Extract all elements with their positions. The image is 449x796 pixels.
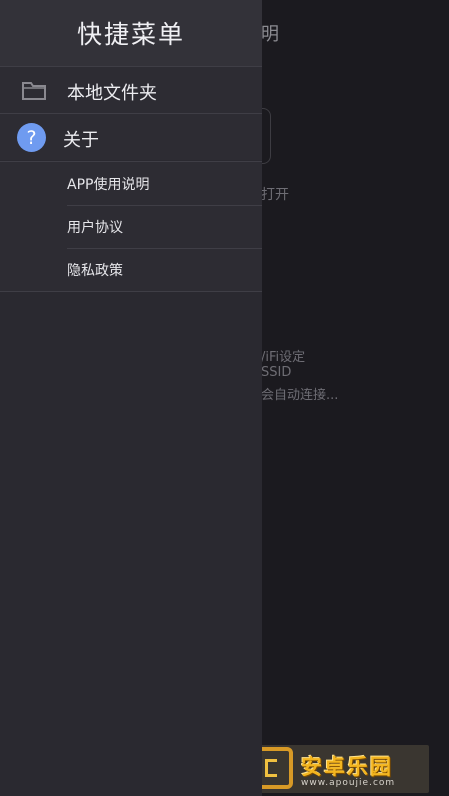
background-ssid-text: SSID [261,365,292,380]
background-open-text: 打开 [261,187,289,203]
menu-item-label: 本地文件夹 [67,83,157,104]
watermark-text: 安卓乐园 [301,755,393,779]
drawer-header: 快捷菜单 [0,0,262,66]
submenu-item-label: 隐私政策 [67,263,123,279]
watermark: 安卓乐园 www.apoujie.com [249,745,429,793]
divider [67,205,262,206]
submenu-item-user-agreement[interactable]: 用户协议 [0,205,262,248]
background-wifi-text: /iFi设定 [261,350,306,365]
background-title: 明 [261,24,279,45]
navigation-drawer: 快捷菜单 本地文件夹 ? 关于 APP使用说明 用户协议 隐私政策 [0,0,262,796]
submenu-item-privacy-policy[interactable]: 隐私政策 [0,248,262,291]
menu-item-about[interactable]: ? 关于 [0,113,262,160]
help-icon: ? [17,123,46,152]
drawer-title: 快捷菜单 [76,20,185,49]
submenu-item-label: APP使用说明 [67,177,150,193]
background-connect-text: 会自动连接... [261,388,339,403]
menu-item-label: 关于 [63,130,99,151]
folder-icon [22,81,46,100]
about-submenu: APP使用说明 用户协议 隐私政策 [0,161,262,292]
watermark-url: www.apoujie.com [301,778,396,788]
submenu-item-label: 用户协议 [67,220,123,236]
submenu-item-app-guide[interactable]: APP使用说明 [0,162,262,205]
menu-item-local-folder[interactable]: 本地文件夹 [0,66,262,113]
drawer-menu: 本地文件夹 ? 关于 [0,66,262,160]
divider [67,248,262,249]
